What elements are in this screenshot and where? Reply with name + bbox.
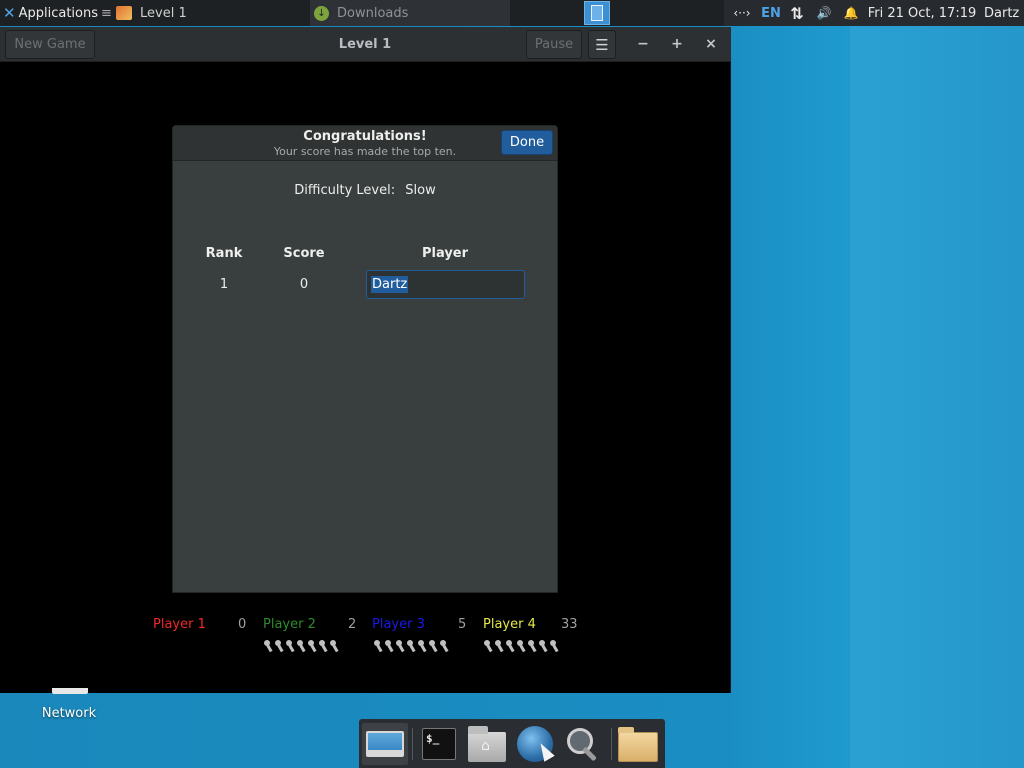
life-icon: [550, 640, 558, 652]
notification-bell-icon[interactable]: 🔔: [836, 0, 866, 26]
life-icon: [319, 640, 327, 652]
life-icon: [275, 640, 283, 652]
window-title: Level 1: [338, 37, 392, 52]
home-folder-icon: [468, 726, 506, 762]
network-icon[interactable]: ‹··›: [724, 0, 760, 26]
downloads-icon: ↓: [314, 5, 329, 21]
folder-icon: [618, 727, 658, 762]
globe-icon: [517, 726, 553, 762]
dock-separator: [412, 728, 413, 760]
file-manager-launcher[interactable]: [617, 723, 659, 765]
score-column-header: Score: [283, 246, 325, 261]
applications-label: Applications: [18, 5, 98, 21]
dock: $_: [359, 719, 665, 768]
applications-menu[interactable]: ✕ Applications ≡: [0, 0, 112, 26]
volume-icon[interactable]: 🔊: [812, 0, 836, 26]
player-1-lives: [264, 640, 338, 654]
maximize-icon[interactable]: +: [666, 33, 688, 55]
difficulty-value: Slow: [405, 183, 436, 198]
network-activity-icon[interactable]: ⇅: [782, 0, 812, 26]
life-icon: [528, 640, 536, 652]
show-desktop-icon: [366, 731, 404, 757]
user-menu[interactable]: Dartz: [978, 0, 1024, 26]
life-icon: [330, 640, 338, 652]
player-column-header: Player: [421, 246, 469, 261]
life-icon: [286, 640, 294, 652]
home-folder-launcher[interactable]: [466, 723, 508, 765]
player-2-lives: [374, 640, 448, 654]
life-icon: [407, 640, 415, 652]
system-tray: ‹··› EN ⇅ 🔊 🔔 Fri 21 Oct, 17:19 Dartz: [724, 0, 1024, 26]
clock[interactable]: Fri 21 Oct, 17:19: [866, 0, 978, 26]
taskbar-item-downloads[interactable]: ↓ Downloads: [310, 0, 510, 26]
taskbar-item-label: Downloads: [337, 5, 409, 21]
life-icon: [440, 640, 448, 652]
player-name-selected-text: Dartz: [371, 276, 409, 293]
life-icon: [429, 640, 437, 652]
dialog-title: Congratulations!: [303, 129, 427, 144]
player-3-name: Player 3: [372, 617, 425, 632]
xfce-logo-icon: ✕: [3, 4, 16, 22]
high-score-dialog: Congratulations! Your score has made the…: [172, 125, 558, 593]
dialog-header: Congratulations! Your score has made the…: [173, 126, 557, 161]
minimize-icon[interactable]: −: [632, 33, 654, 55]
life-icon: [396, 640, 404, 652]
desktop-background: [850, 0, 1024, 768]
player-1-score: 0: [238, 617, 247, 632]
life-icon: [418, 640, 426, 652]
terminal-launcher[interactable]: $_: [418, 723, 460, 765]
terminal-icon: $_: [422, 728, 456, 760]
player-2-name: Player 2: [263, 617, 316, 632]
rank-cell: 1: [219, 277, 229, 292]
network-desktop-icon[interactable]: Network: [30, 688, 108, 728]
app-finder-launcher[interactable]: [562, 723, 604, 765]
keyboard-layout-indicator[interactable]: EN: [760, 0, 782, 26]
life-icon: [495, 640, 503, 652]
life-icon: [264, 640, 272, 652]
life-icon: [506, 640, 514, 652]
network-folder-icon: [52, 688, 88, 694]
close-icon[interactable]: ×: [700, 33, 722, 55]
done-button[interactable]: Done: [501, 130, 553, 155]
magnifier-icon: [563, 724, 603, 764]
difficulty-label: Difficulty Level:: [294, 183, 396, 198]
player-2-score: 2: [348, 617, 357, 632]
workspace-switcher[interactable]: [584, 1, 610, 25]
show-desktop-button[interactable]: [362, 723, 408, 765]
dialog-subtitle: Your score has made the top ten.: [273, 145, 457, 158]
life-icon: [484, 640, 492, 652]
player-name-input[interactable]: Dartz: [366, 270, 525, 299]
life-icon: [308, 640, 316, 652]
taskbar-item-label: Level 1: [140, 5, 187, 21]
player-3-lives: [484, 640, 558, 654]
player-3-score: 5: [458, 617, 467, 632]
network-desktop-label: Network: [41, 706, 97, 721]
life-icon: [374, 640, 382, 652]
life-icon: [539, 640, 547, 652]
rank-column-header: Rank: [205, 246, 243, 261]
life-icon: [517, 640, 525, 652]
difficulty-level: Difficulty Level: Slow: [173, 183, 557, 198]
pause-button[interactable]: Pause: [526, 30, 582, 59]
top-panel: ✕ Applications ≡ Level 1 ↓ Downloads ‹··…: [0, 0, 1024, 26]
new-game-button[interactable]: New Game: [5, 30, 95, 59]
web-browser-launcher[interactable]: [514, 723, 556, 765]
player-4-score: 33: [561, 617, 578, 632]
game-app-icon: [116, 6, 132, 20]
score-cell: 0: [299, 277, 309, 292]
taskbar-item-level-1[interactable]: Level 1: [110, 0, 310, 26]
dock-separator: [611, 728, 612, 760]
player-1-name: Player 1: [153, 617, 206, 632]
hamburger-menu-icon[interactable]: ☰: [588, 30, 616, 59]
life-icon: [297, 640, 305, 652]
player-4-name: Player 4: [483, 617, 536, 632]
workspace-window-thumbnail: [591, 5, 603, 21]
game-window: New Game Level 1 Pause ☰ − + × Congratul…: [0, 27, 731, 693]
life-icon: [385, 640, 393, 652]
window-titlebar[interactable]: New Game Level 1 Pause ☰ − + ×: [0, 27, 731, 62]
